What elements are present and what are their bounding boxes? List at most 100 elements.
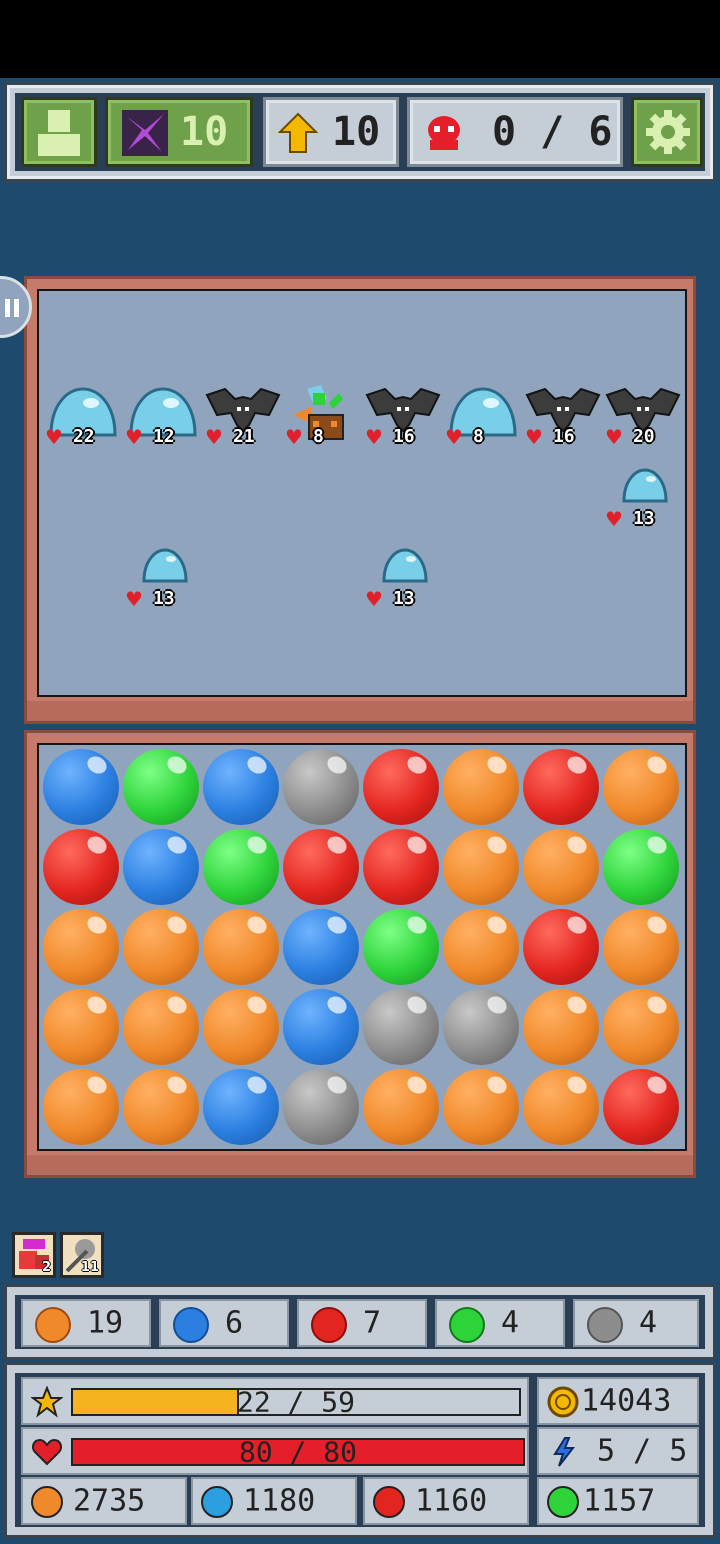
level-value: 10 xyxy=(332,109,381,155)
gray-orb[interactable] xyxy=(283,749,359,825)
enemy-hp-value: 20 xyxy=(632,426,655,447)
top-hud: 10 10 0 / 6 xyxy=(4,82,716,182)
red-monster-icon xyxy=(428,116,460,150)
orange-orb-icon xyxy=(31,1486,63,1518)
pause-icon xyxy=(5,299,19,317)
orange-orb[interactable] xyxy=(203,989,279,1065)
orange-orb[interactable] xyxy=(363,1069,439,1145)
heart-icon: ♥ xyxy=(125,424,143,449)
green-orb[interactable] xyxy=(603,829,679,905)
orange-orb[interactable] xyxy=(123,909,199,985)
orange-orb[interactable] xyxy=(43,989,119,1065)
gray-orb[interactable] xyxy=(443,989,519,1065)
green-orb[interactable] xyxy=(363,909,439,985)
orange-orb[interactable] xyxy=(523,829,599,905)
orange-orb[interactable] xyxy=(443,1069,519,1145)
enemy-shaman[interactable]: ♥ 8 xyxy=(285,385,357,447)
orange-orb[interactable] xyxy=(603,909,679,985)
heart-icon: ♥ xyxy=(445,424,463,449)
enemy-slime[interactable]: ♥ 8 xyxy=(445,385,517,447)
orb-counter-bar: 19 6 7 4 4 xyxy=(4,1284,716,1360)
green-orb-icon xyxy=(449,1307,485,1343)
enemy-slime-small[interactable]: ♥ 13 xyxy=(125,547,197,609)
gold-cell: 14043 xyxy=(537,1377,699,1425)
heart-icon: ♥ xyxy=(605,506,623,531)
enemy-bat[interactable]: ♥ 21 xyxy=(205,385,281,447)
red-total-value: 1160 xyxy=(415,1483,488,1519)
red-orb[interactable] xyxy=(283,829,359,905)
stats-panel: 22 / 59 14043 80 / 80 5 / 5 2735 1180 11… xyxy=(4,1362,716,1538)
buff-count: 2 xyxy=(41,1260,51,1275)
heart-icon: ♥ xyxy=(125,586,143,611)
orange-orb[interactable] xyxy=(523,1069,599,1145)
orange-orb[interactable] xyxy=(203,909,279,985)
enemy-hp-value: 13 xyxy=(392,588,415,609)
orange-orb[interactable] xyxy=(523,989,599,1065)
green-orb[interactable] xyxy=(123,749,199,825)
enemy-hp: ♥ 21 xyxy=(205,426,255,447)
xp-bar: 22 / 59 xyxy=(71,1386,521,1419)
orange-orb[interactable] xyxy=(123,1069,199,1145)
settings-button[interactable] xyxy=(631,97,703,167)
enemy-bat[interactable]: ♥ 16 xyxy=(525,385,601,449)
blue-orb[interactable] xyxy=(43,749,119,825)
orange-orb[interactable] xyxy=(443,749,519,825)
slime-icon xyxy=(622,468,668,503)
enemy-bat[interactable]: ♥ 20 xyxy=(605,385,681,447)
orange-orb[interactable] xyxy=(443,829,519,905)
red-orb[interactable] xyxy=(523,749,599,825)
enemy-bat[interactable]: ♥ 16 xyxy=(365,385,441,447)
level-up-arrow-icon xyxy=(278,112,318,153)
portal-count: 10 xyxy=(180,109,229,155)
orange-orb[interactable] xyxy=(443,909,519,985)
portal-icon xyxy=(122,110,168,156)
battle-field[interactable]: ♥ 22 ♥ 12 ♥ 21 ♥ 8 ♥ 16 ♥ 8 ♥ 16 ♥ 20 ♥ 13 ♥ 13 ♥ 13 xyxy=(37,289,687,697)
profile-button[interactable] xyxy=(21,97,97,167)
red-orb[interactable] xyxy=(43,829,119,905)
enemy-hp: ♥ 8 xyxy=(285,426,324,447)
enemy-hp-value: 13 xyxy=(632,508,655,529)
orange-orb[interactable] xyxy=(123,989,199,1065)
slime-icon xyxy=(382,548,428,583)
blue-total-value: 1180 xyxy=(243,1483,316,1519)
buff-slot-potion[interactable]: 2 xyxy=(12,1232,56,1278)
blue-orb[interactable] xyxy=(283,909,359,985)
gray-orb[interactable] xyxy=(363,989,439,1065)
enemy-slime-small[interactable]: ♥ 13 xyxy=(605,467,677,529)
enemies-killed-display: 0 / 6 xyxy=(407,97,623,167)
gold-coin-icon xyxy=(547,1386,579,1418)
enemy-slime[interactable]: ♥ 22 xyxy=(45,385,117,447)
orange-orb[interactable] xyxy=(43,909,119,985)
blue-orb[interactable] xyxy=(203,1069,279,1145)
orange-orb[interactable] xyxy=(603,749,679,825)
red-orb[interactable] xyxy=(523,909,599,985)
portal-button[interactable]: 10 xyxy=(105,97,253,167)
heart-icon: ♥ xyxy=(285,424,303,449)
orange-total-value: 2735 xyxy=(73,1483,146,1519)
blue-orb[interactable] xyxy=(203,749,279,825)
green-orb-counter: 4 xyxy=(435,1299,565,1347)
enemy-slime-small[interactable]: ♥ 13 xyxy=(365,547,437,609)
orange-orb-counter: 19 xyxy=(21,1299,151,1347)
enemy-hp: ♥ 13 xyxy=(605,508,655,529)
red-orb[interactable] xyxy=(603,1069,679,1145)
battle-field-frame: ♥ 22 ♥ 12 ♥ 21 ♥ 8 ♥ 16 ♥ 8 ♥ 16 ♥ 20 ♥ 13 ♥ 13 ♥ 13 xyxy=(24,276,696,724)
green-total-cell: 1157 xyxy=(537,1477,699,1525)
blue-orb[interactable] xyxy=(123,829,199,905)
blue-orb[interactable] xyxy=(283,989,359,1065)
enemy-hp: ♥ 16 xyxy=(365,426,415,447)
enemy-slime[interactable]: ♥ 12 xyxy=(125,385,197,447)
gold-value: 14043 xyxy=(581,1383,672,1419)
heart-icon: ♥ xyxy=(45,424,63,449)
red-orb[interactable] xyxy=(363,749,439,825)
heart-icon xyxy=(31,1438,63,1466)
buff-slot-sword[interactable]: 11 xyxy=(60,1232,104,1278)
gear-icon xyxy=(646,110,690,154)
gray-orb[interactable] xyxy=(283,1069,359,1145)
green-orb[interactable] xyxy=(203,829,279,905)
red-orb[interactable] xyxy=(363,829,439,905)
orb-board[interactable] xyxy=(37,743,687,1151)
orange-orb[interactable] xyxy=(603,989,679,1065)
orange-orb[interactable] xyxy=(43,1069,119,1145)
heart-icon: ♥ xyxy=(525,424,543,449)
